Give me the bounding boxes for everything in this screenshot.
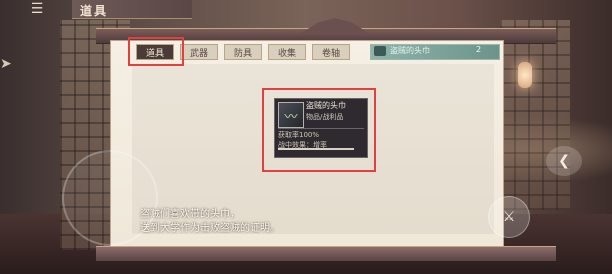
description-line-2: 送到大学作为击败盗贼的证明。 [140, 223, 280, 234]
item-count: 2 [476, 45, 482, 54]
action-button[interactable]: ⚔ [488, 196, 530, 238]
sword-icon: ⚔ [502, 209, 516, 225]
chevron-left-icon: ❮ [558, 153, 570, 169]
tab-armor[interactable]: 防具 [224, 44, 262, 60]
right-side-button[interactable]: ❮ [546, 146, 582, 176]
item-description: 盗贼们喜欢带的头巾， 送到大学作为击败盗贼的证明。 [140, 208, 280, 236]
tooltip-item-type: 物品/战利品 [306, 113, 344, 121]
bottom-beam [96, 246, 556, 261]
tab-highlight-frame [128, 37, 184, 66]
virtual-joystick[interactable] [62, 150, 158, 246]
tooltip-bar [278, 148, 354, 150]
tooltip-drop-rate: 获取率100% [278, 131, 320, 139]
scarf-icon: 〰 [278, 102, 304, 128]
tab-scrolls[interactable]: 卷轴 [312, 44, 350, 60]
tab-collection[interactable]: 收集 [268, 44, 306, 60]
scarf-icon [374, 46, 386, 56]
description-line-1: 盗贼们喜欢带的头巾， [140, 209, 240, 220]
tab-weapons[interactable]: 武器 [180, 44, 218, 60]
tooltip-divider [278, 128, 364, 129]
left-arrow-icon[interactable]: ➤ [0, 56, 12, 72]
item-name: 盗贼的头巾 [390, 46, 430, 55]
tooltip-item-name: 盗贼的头巾 [306, 101, 346, 110]
lantern-icon [518, 62, 532, 88]
page-title: 道具 [80, 4, 109, 18]
lattice-window-right [500, 20, 570, 210]
menu-icon: ☰ [30, 1, 44, 17]
menu-button[interactable]: ☰ [22, 0, 52, 18]
